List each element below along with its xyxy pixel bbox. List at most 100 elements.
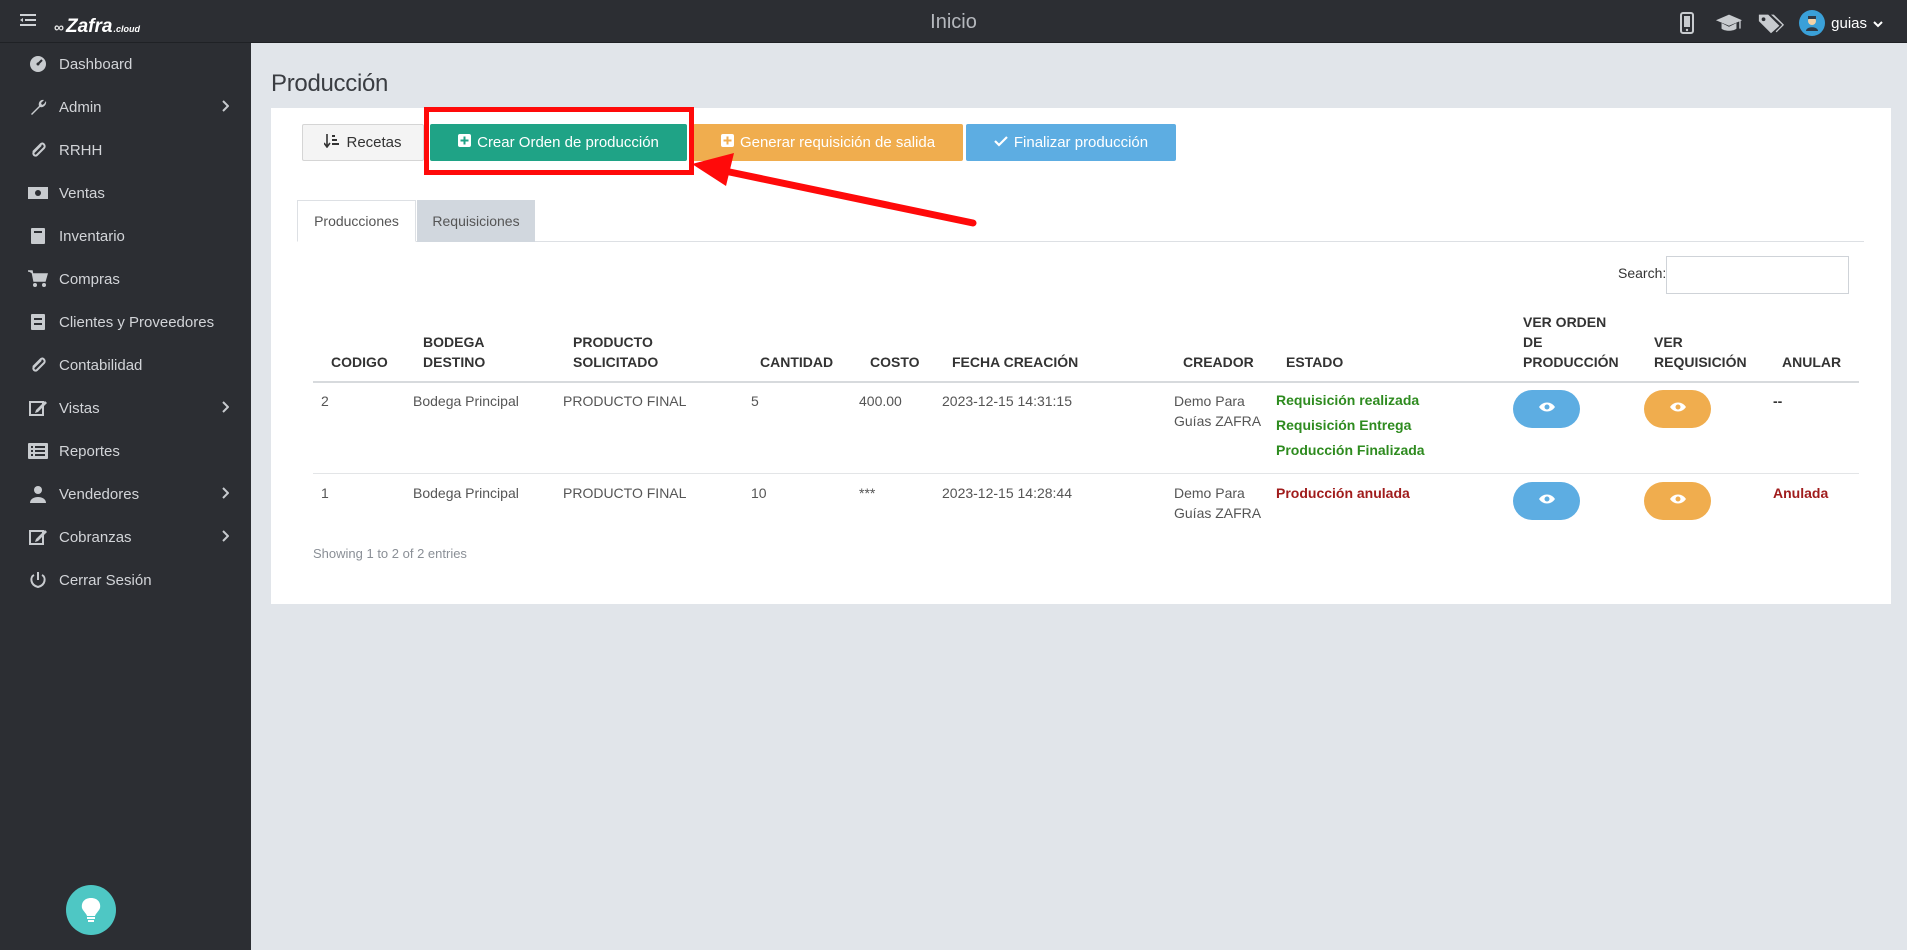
paperclip-icon (27, 141, 49, 159)
plus-square-icon (720, 134, 734, 151)
recetas-button[interactable]: Recetas (302, 124, 424, 161)
header-ver-orden-line3[interactable]: PRODUCCIÓN (1523, 352, 1619, 372)
status-text: Producción anulada (1276, 485, 1410, 501)
cell-creador-line2: Guías ZAFRA (1174, 505, 1262, 521)
table-header-divider (313, 381, 1859, 383)
table-info: Showing 1 to 2 of 2 entries (313, 546, 467, 561)
ver-orden-button[interactable] (1513, 482, 1580, 520)
avatar (1799, 10, 1826, 36)
recetas-label: Recetas (346, 134, 402, 151)
status-text: Producción Finalizada (1276, 442, 1425, 458)
sidebar-item-clientes[interactable]: Clientes y Proveedores (0, 302, 251, 342)
sidebar-item-label: Inventario (59, 227, 125, 245)
chevron-down-icon (1873, 15, 1883, 32)
sidebar: Dashboard Admin RRHH Ventas Inventario C… (0, 43, 251, 950)
generar-requisicion-button[interactable]: Generar requisición de salida (693, 124, 963, 161)
cell-costo: *** (859, 485, 876, 501)
header-codigo[interactable]: CODIGO (331, 352, 388, 372)
top-bar: ∞ Zafra .cloud Inicio guias (0, 0, 1907, 43)
crear-orden-label: Crear Orden de producción (477, 134, 659, 151)
finalizar-produccion-button[interactable]: Finalizar producción (966, 124, 1176, 161)
cart-icon (27, 270, 49, 288)
ver-orden-button[interactable] (1513, 390, 1580, 428)
eye-icon (1538, 492, 1556, 510)
sidebar-item-rrhh[interactable]: RRHH (0, 130, 251, 170)
ver-requisicion-button[interactable] (1644, 390, 1711, 428)
user-menu[interactable]: guias (1799, 10, 1883, 36)
plus-square-icon (458, 134, 472, 151)
tab-producciones[interactable]: Producciones (297, 200, 416, 242)
header-fecha[interactable]: FECHA CREACIÓN (952, 352, 1078, 372)
header-ver-orden-line2[interactable]: DE (1523, 332, 1542, 352)
sidebar-item-label: Clientes y Proveedores (59, 313, 215, 331)
address-book-icon (27, 313, 49, 331)
check-icon (994, 134, 1008, 151)
chevron-right-icon (221, 99, 230, 116)
cell-fecha: 2023-12-15 14:31:15 (942, 393, 1072, 409)
crear-orden-button[interactable]: Crear Orden de producción (430, 124, 687, 161)
cell-anular: -- (1773, 393, 1783, 409)
lightbulb-icon[interactable] (66, 885, 116, 935)
content-card (271, 108, 1891, 604)
sidebar-item-compras[interactable]: Compras (0, 259, 251, 299)
header-ver-requisicion-line2[interactable]: REQUISICIÓN (1654, 352, 1747, 372)
cell-codigo: 2 (321, 393, 329, 409)
cell-producto: PRODUCTO FINAL (563, 485, 687, 501)
header-ver-requisicion-line1[interactable]: VER (1654, 332, 1683, 352)
header-bodega-line1[interactable]: BODEGA (423, 332, 484, 352)
sidebar-item-label: Ventas (59, 184, 105, 202)
cell-creador-line1: Demo Para (1174, 393, 1245, 409)
sidebar-item-vendedores[interactable]: Vendedores (0, 474, 251, 514)
sort-amount-icon (323, 133, 340, 152)
finalizar-produccion-label: Finalizar producción (1013, 134, 1149, 151)
tab-requisiciones[interactable]: Requisiciones (417, 200, 535, 242)
list-icon (27, 443, 49, 459)
chevron-right-icon (221, 529, 230, 546)
sidebar-item-dashboard[interactable]: Dashboard (0, 44, 251, 84)
cell-cantidad: 10 (751, 485, 767, 501)
cell-bodega: Bodega Principal (413, 485, 519, 501)
header-ver-orden-line1[interactable]: VER ORDEN (1523, 312, 1606, 332)
sidebar-item-label: Cerrar Sesión (59, 571, 152, 589)
cell-costo: 400.00 (859, 393, 902, 409)
mobile-icon[interactable] (1673, 11, 1701, 35)
money-icon (27, 186, 49, 200)
logo[interactable]: ∞ Zafra .cloud (54, 16, 140, 38)
logo-text: Zafra (65, 16, 113, 37)
header-producto-line2[interactable]: SOLICITADO (573, 352, 658, 372)
sidebar-item-label: Vendedores (59, 485, 140, 503)
sidebar-item-label: RRHH (59, 141, 103, 159)
ver-requisicion-button[interactable] (1644, 482, 1711, 520)
header-anular[interactable]: ANULAR (1782, 352, 1841, 372)
header-producto-line1[interactable]: PRODUCTO (573, 332, 653, 352)
logo-suffix: .cloud (113, 24, 140, 34)
sidebar-item-cerrar-sesion[interactable]: Cerrar Sesión (0, 560, 251, 600)
sidebar-item-inventario[interactable]: Inventario (0, 216, 251, 256)
cell-bodega: Bodega Principal (413, 393, 519, 409)
sidebar-item-label: Vistas (59, 399, 100, 417)
chevron-right-icon (221, 486, 230, 503)
cell-producto: PRODUCTO FINAL (563, 393, 687, 409)
sidebar-item-vistas[interactable]: Vistas (0, 388, 251, 428)
tags-icon[interactable] (1757, 11, 1785, 35)
sidebar-item-cobranzas[interactable]: Cobranzas (0, 517, 251, 557)
header-estado[interactable]: ESTADO (1286, 352, 1343, 372)
sidebar-item-ventas[interactable]: Ventas (0, 173, 251, 213)
generar-requisicion-label: Generar requisición de salida (739, 134, 936, 151)
header-bodega-line2[interactable]: DESTINO (423, 352, 485, 372)
sidebar-item-label: Dashboard (59, 55, 133, 73)
sidebar-item-reportes[interactable]: Reportes (0, 431, 251, 471)
graduation-cap-icon[interactable] (1715, 11, 1743, 35)
header-cantidad[interactable]: CANTIDAD (760, 352, 833, 372)
edit-icon (27, 399, 49, 417)
sidebar-item-contabilidad[interactable]: Contabilidad (0, 345, 251, 385)
sidebar-item-admin[interactable]: Admin (0, 87, 251, 127)
header-creador[interactable]: CREADOR (1183, 352, 1254, 372)
cell-fecha: 2023-12-15 14:28:44 (942, 485, 1072, 501)
wrench-icon (27, 98, 49, 116)
menu-toggle-icon[interactable] (20, 13, 36, 27)
status-text: Requisición realizada (1276, 392, 1420, 408)
search-input[interactable] (1666, 256, 1849, 294)
header-costo[interactable]: COSTO (870, 352, 920, 372)
sidebar-item-label: Cobranzas (59, 528, 132, 546)
